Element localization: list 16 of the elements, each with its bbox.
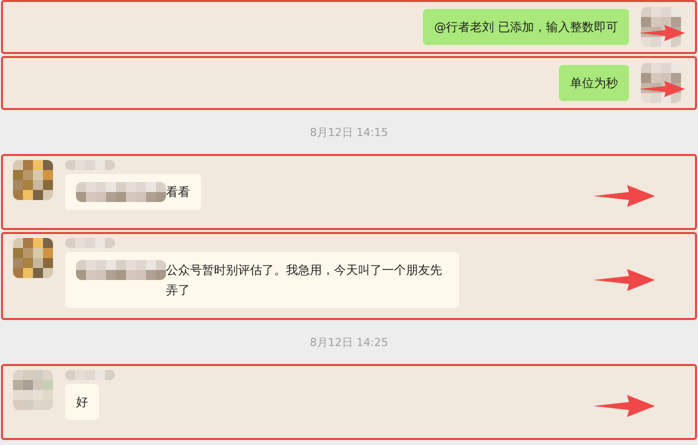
pixelated-name bbox=[65, 370, 115, 380]
message-bubble: 单位为秒 bbox=[559, 65, 629, 101]
timestamp: 8月12日 14:15 bbox=[310, 124, 388, 140]
annotation-arrow bbox=[593, 268, 655, 292]
message-bubble: 公众号暂时别评估了。我急用，今天叫了一个朋友先弄了 bbox=[65, 252, 459, 308]
pixelated-avatar bbox=[13, 238, 53, 278]
pixelated-avatar bbox=[13, 370, 53, 410]
message-bubble: 看看 bbox=[65, 174, 201, 210]
annotation-arrow bbox=[593, 394, 655, 418]
pixelated-name bbox=[65, 160, 115, 170]
pixelated-avatar bbox=[13, 160, 53, 200]
annotation-arrow bbox=[593, 184, 655, 208]
message-bubble: @行者老刘 已添加，输入整数即可 bbox=[423, 9, 629, 45]
pixelated-name bbox=[65, 238, 115, 248]
timestamp: 8月12日 14:25 bbox=[310, 334, 388, 350]
message-bubble: 好 bbox=[65, 384, 99, 420]
